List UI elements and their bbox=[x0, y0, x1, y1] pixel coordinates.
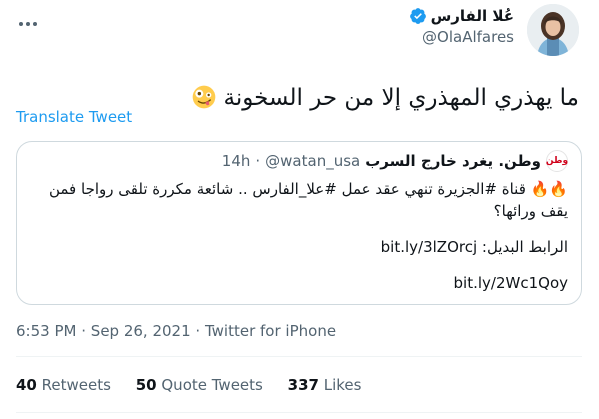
more-dot-icon bbox=[26, 22, 30, 26]
retweets-count: 40 bbox=[16, 376, 37, 394]
author-display-name[interactable]: عُلا الفارس bbox=[431, 6, 514, 26]
likes-label: Likes bbox=[323, 376, 362, 394]
verified-badge-icon bbox=[409, 8, 426, 24]
quoted-link[interactable]: bit.ly/2Wc1Qoy bbox=[454, 274, 568, 292]
author-names: عُلا الفارس @OlaAlfares bbox=[409, 6, 514, 48]
retweets-label: Retweets bbox=[41, 376, 111, 394]
quoted-link-label: الرابط البديل: bbox=[481, 238, 568, 256]
quoted-tweet-line: bit.ly/2Wc1Qoy bbox=[28, 272, 568, 294]
quoted-author-name[interactable]: وطن. يغرد خارج السرب bbox=[365, 152, 541, 170]
woman-avatar-icon bbox=[527, 4, 579, 56]
quoted-tweet-time[interactable]: 14h bbox=[222, 152, 251, 170]
tweet-timestamp: 6:53 PM · Sep 26, 2021 · Twitter for iPh… bbox=[16, 322, 336, 340]
quoted-tweet-line: الرابط البديل: bit.ly/3lZOrcj bbox=[28, 236, 568, 258]
quoted-separator: · bbox=[255, 152, 261, 170]
author-display-name-row[interactable]: عُلا الفارس bbox=[409, 6, 514, 26]
quote-tweets-label: Quote Tweets bbox=[161, 376, 263, 394]
meta-separator: · bbox=[195, 322, 201, 340]
meta-separator: · bbox=[81, 322, 87, 340]
more-dot-icon bbox=[33, 22, 37, 26]
more-dot-icon bbox=[19, 22, 23, 26]
tweet-time[interactable]: 6:53 PM bbox=[16, 322, 76, 340]
quoted-tweet-card[interactable]: 14h · @watan_usa وطن. يغرد خارج السرب وط… bbox=[16, 141, 582, 305]
tweet-text: ما يهذري المهذري إلا من حر السخونة bbox=[223, 85, 579, 111]
quoted-tweet-gap bbox=[28, 222, 568, 236]
author-avatar[interactable] bbox=[527, 4, 579, 56]
tweet-body: ما يهذري المهذري إلا من حر السخونة bbox=[188, 82, 579, 114]
more-options-button[interactable] bbox=[16, 14, 40, 34]
retweets-stat[interactable]: 40 Retweets bbox=[16, 376, 111, 394]
quoted-tweet-header: 14h · @watan_usa وطن. يغرد خارج السرب وط… bbox=[222, 150, 568, 172]
quote-tweets-count: 50 bbox=[135, 376, 157, 394]
quote-tweets-stat[interactable]: 50 Quote Tweets bbox=[136, 376, 263, 394]
tweet-source[interactable]: Twitter for iPhone bbox=[205, 322, 336, 340]
quoted-tweet-body: 🔥🔥 قناة #الجزيرة تنهي عقد عمل #علا_الفار… bbox=[28, 178, 568, 294]
likes-stat[interactable]: 337 Likes bbox=[288, 376, 362, 394]
quoted-tweet-gap bbox=[28, 258, 568, 272]
tweet-stats: 40 Retweets 50 Quote Tweets 337 Likes bbox=[16, 376, 381, 394]
author-handle[interactable]: @OlaAlfares bbox=[409, 26, 514, 48]
quoted-tweet-line: 🔥🔥 قناة #الجزيرة تنهي عقد عمل #علا_الفار… bbox=[48, 180, 568, 220]
quoted-link[interactable]: bit.ly/3lZOrcj bbox=[381, 238, 477, 256]
tweet-header: عُلا الفارس @OlaAlfares bbox=[0, 0, 599, 72]
quoted-author-avatar[interactable]: وطن bbox=[546, 150, 568, 172]
likes-count: 337 bbox=[287, 376, 319, 394]
quoted-author-handle[interactable]: @watan_usa bbox=[265, 152, 360, 170]
divider bbox=[16, 356, 582, 357]
tweet-date[interactable]: Sep 26, 2021 bbox=[91, 322, 191, 340]
zany-face-emoji-icon bbox=[192, 85, 216, 109]
divider bbox=[16, 412, 582, 413]
translate-tweet-link[interactable]: Translate Tweet bbox=[16, 108, 132, 126]
